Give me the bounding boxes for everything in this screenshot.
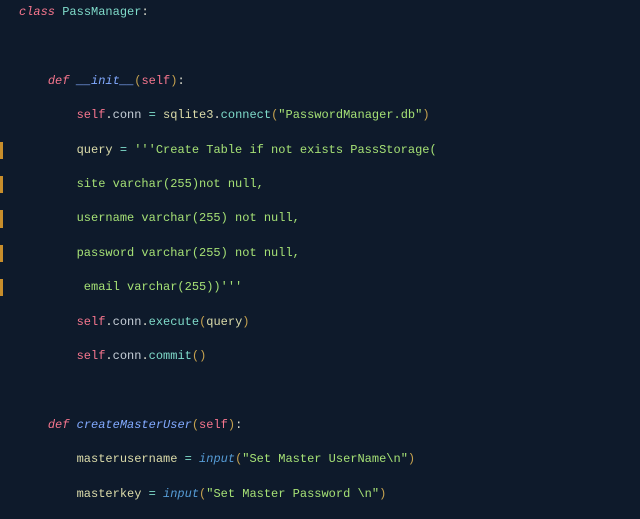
code-token: self [199, 418, 228, 432]
code-token: username varchar(255) not null, [77, 211, 300, 225]
code-token: input [163, 487, 199, 501]
code-token: class [19, 5, 62, 19]
code-token: self [77, 315, 106, 329]
code-token: __init__ [77, 74, 135, 88]
code-token: self [77, 108, 106, 122]
code-token [19, 487, 77, 501]
code-token: : [141, 5, 148, 19]
code-token [19, 315, 77, 329]
code-line[interactable]: masterkey = input("Set Master Password \… [0, 486, 640, 503]
code-token: ( [192, 349, 199, 363]
code-line[interactable]: self.conn.commit() [0, 348, 640, 365]
code-line[interactable]: site varchar(255)not null, [0, 176, 640, 193]
code-token: conn [113, 108, 142, 122]
code-token: site varchar(255)not null, [77, 177, 264, 191]
code-token: password varchar(255) not null, [77, 246, 300, 260]
code-token [19, 143, 77, 157]
code-line[interactable]: query = '''Create Table if not exists Pa… [0, 142, 640, 159]
code-token: : [235, 418, 242, 432]
code-token: createMasterUser [77, 418, 192, 432]
code-token: def [48, 418, 77, 432]
code-token [19, 418, 48, 432]
code-token: ) [379, 487, 386, 501]
code-line[interactable]: class PassManager: [0, 4, 640, 21]
code-token: = [177, 452, 199, 466]
code-token: input [199, 452, 235, 466]
code-token [19, 452, 77, 466]
code-line[interactable] [0, 382, 640, 399]
code-token [19, 211, 77, 225]
code-token: execute [149, 315, 199, 329]
code-token: masterkey [77, 487, 142, 501]
code-line[interactable]: username varchar(255) not null, [0, 210, 640, 227]
code-line[interactable]: self.conn = sqlite3.connect("PasswordMan… [0, 107, 640, 124]
code-token: "Set Master UserName\n" [242, 452, 408, 466]
code-token: = [113, 143, 135, 157]
code-token: '''Create Table if not exists PassStorag… [134, 143, 436, 157]
code-token [19, 349, 77, 363]
code-token: = [141, 487, 163, 501]
code-token: ( [192, 418, 199, 432]
code-token [19, 108, 77, 122]
code-editor-content[interactable]: class PassManager: def __init__(self): s… [0, 0, 640, 519]
code-token: self [141, 74, 170, 88]
code-token: = [141, 108, 163, 122]
code-token: email varchar(255))''' [77, 280, 243, 294]
code-token: self [77, 349, 106, 363]
code-token: "PasswordManager.db" [278, 108, 422, 122]
code-token: def [48, 74, 77, 88]
code-line[interactable]: def createMasterUser(self): [0, 417, 640, 434]
code-token: ) [408, 452, 415, 466]
code-line[interactable] [0, 38, 640, 55]
code-token: . [213, 108, 220, 122]
code-token: masterusername [77, 452, 178, 466]
code-line[interactable]: email varchar(255))''' [0, 279, 640, 296]
code-token: . [105, 349, 112, 363]
code-token [19, 177, 77, 191]
code-token: ) [242, 315, 249, 329]
code-line[interactable]: def __init__(self): [0, 73, 640, 90]
code-token [19, 280, 77, 294]
code-line[interactable]: masterusername = input("Set Master UserN… [0, 451, 640, 468]
code-token: . [105, 108, 112, 122]
code-token: connect [221, 108, 271, 122]
code-token: conn [113, 315, 142, 329]
code-token [19, 74, 48, 88]
code-token: ) [228, 418, 235, 432]
code-token: query [206, 315, 242, 329]
code-line[interactable]: self.conn.execute(query) [0, 314, 640, 331]
code-token: query [77, 143, 113, 157]
code-token: ) [199, 349, 206, 363]
code-token: ) [422, 108, 429, 122]
code-token: . [105, 315, 112, 329]
code-token: commit [149, 349, 192, 363]
code-token [19, 246, 77, 260]
code-token: sqlite3 [163, 108, 213, 122]
code-line[interactable]: password varchar(255) not null, [0, 245, 640, 262]
code-token: . [141, 315, 148, 329]
code-token: : [177, 74, 184, 88]
code-token: PassManager [62, 5, 141, 19]
code-token: . [141, 349, 148, 363]
code-token: conn [113, 349, 142, 363]
code-token: "Set Master Password \n" [206, 487, 379, 501]
